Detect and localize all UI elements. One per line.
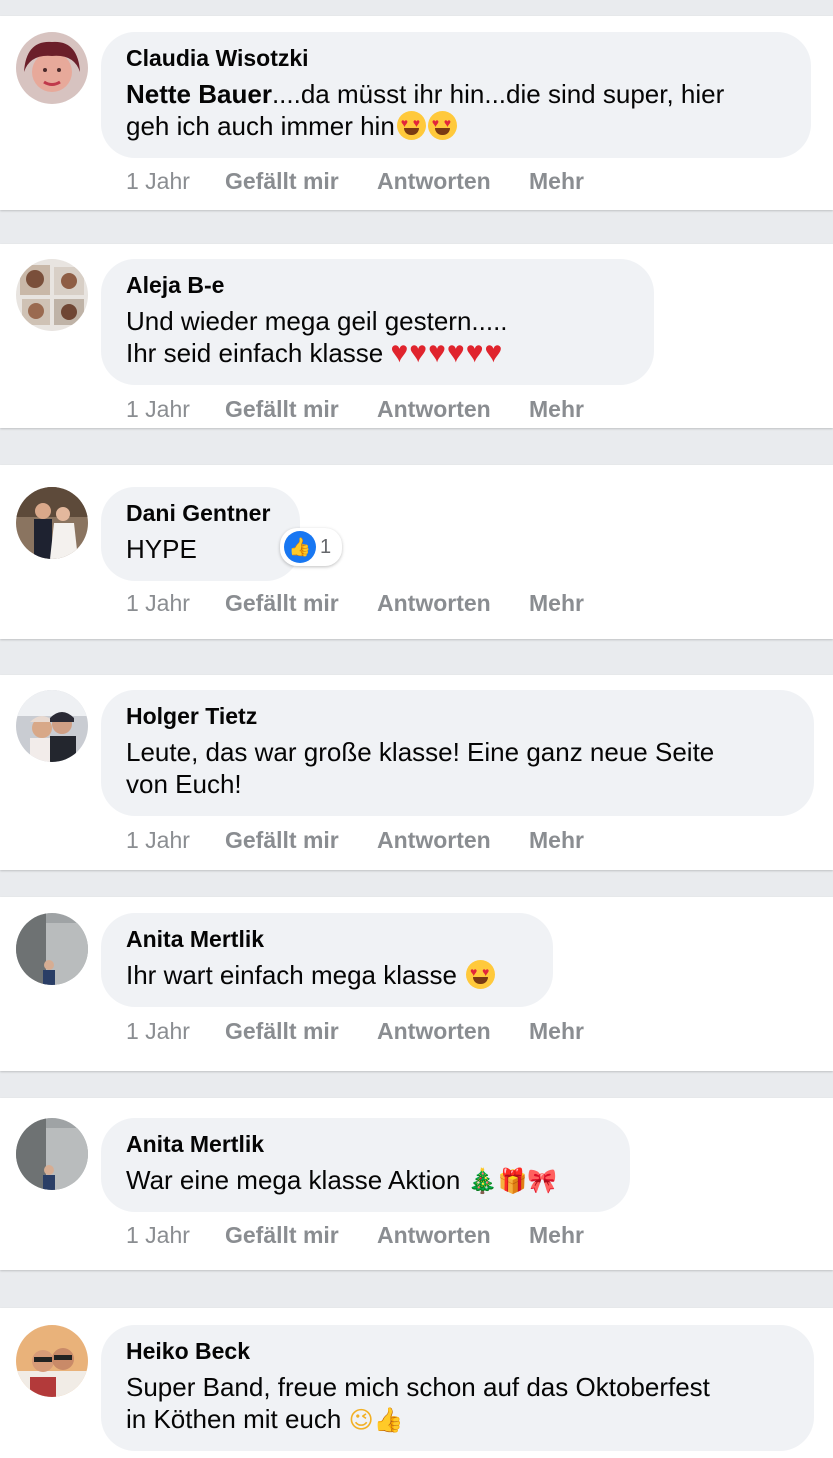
like-link[interactable]: Gefällt mir [225, 1017, 377, 1045]
avatar[interactable] [16, 913, 88, 985]
comment-text-line: Ihr seid einfach klasse [126, 338, 384, 368]
comment-bubble: Holger Tietz Leute, das war große klasse… [101, 690, 814, 816]
reply-link[interactable]: Antworten [377, 589, 529, 617]
gift-icon: 🎁 [497, 1168, 528, 1195]
like-link[interactable]: Gefällt mir [225, 395, 377, 423]
comment-author[interactable]: Holger Tietz [126, 702, 789, 730]
comment-timestamp[interactable]: 1 Jahr [126, 589, 225, 617]
reply-link[interactable]: Antworten [377, 826, 529, 854]
more-link[interactable]: Mehr [529, 826, 584, 854]
wink-emoji-icon: 😉 [348, 1407, 374, 1434]
like-link[interactable]: Gefällt mir [225, 589, 377, 617]
comment-author[interactable]: Heiko Beck [126, 1337, 789, 1365]
heart-eyes-emoji-icon: ♥ ♥ [427, 111, 457, 140]
reaction-badge[interactable]: 👍 1 [280, 528, 342, 566]
avatar[interactable] [16, 487, 88, 559]
comment-text: geh ich auch immer hin ♥ ♥ ♥ ♥ [126, 110, 786, 142]
more-link[interactable]: Mehr [529, 1017, 584, 1045]
heart-eyes-emoji-icon: ♥ ♥ [466, 960, 496, 989]
comment-text: Ihr seid einfach klasse ♥♥♥♥♥♥ [126, 337, 629, 369]
comment-card: Anita Mertlik Ihr wart einfach mega klas… [0, 897, 833, 1071]
comment-text-line: geh ich auch immer hin [126, 111, 395, 141]
comment-text: Nette Bauer....da müsst ihr hin...die si… [126, 78, 786, 110]
comment-card: Claudia Wisotzki Nette Bauer....da müsst… [0, 16, 833, 210]
comment-bubble: Dani Gentner HYPE [101, 487, 300, 581]
comment-text-line: War eine mega klasse Aktion [126, 1165, 461, 1195]
comment-card: Aleja B-e Und wieder mega geil gestern..… [0, 244, 833, 428]
comment-timestamp[interactable]: 1 Jahr [126, 167, 225, 195]
comment-actions: 1 Jahr Gefällt mir Antworten Mehr [126, 167, 584, 195]
reply-link[interactable]: Antworten [377, 167, 529, 195]
more-link[interactable]: Mehr [529, 167, 584, 195]
more-link[interactable]: Mehr [529, 395, 584, 423]
comment-text-line: ....da müsst ihr hin...die sind super, h… [271, 79, 725, 109]
comment-text-line: Und wieder mega geil gestern..... [126, 306, 508, 336]
avatar[interactable] [16, 1325, 88, 1397]
comment-text-line: in Köthen mit euch [126, 1404, 342, 1434]
comment-text: War eine mega klasse Aktion 🎄🎁🎀 [126, 1164, 605, 1198]
comment-actions: 1 Jahr Gefällt mir Antworten Mehr [126, 1221, 584, 1249]
comment-card: Holger Tietz Leute, das war große klasse… [0, 675, 833, 870]
more-link[interactable]: Mehr [529, 1221, 584, 1249]
comment-bubble: Heiko Beck Super Band, freue mich schon … [101, 1325, 814, 1451]
avatar[interactable] [16, 259, 88, 331]
comment-timestamp[interactable]: 1 Jahr [126, 826, 225, 854]
avatar[interactable] [16, 1118, 88, 1190]
comment-text-line: Super Band, freue mich schon auf das Okt… [126, 1372, 710, 1402]
like-link[interactable]: Gefällt mir [225, 167, 377, 195]
comment-card: Anita Mertlik War eine mega klasse Aktio… [0, 1098, 833, 1270]
comment-author[interactable]: Claudia Wisotzki [126, 44, 786, 72]
reaction-count: 1 [320, 536, 332, 558]
comment-actions: 1 Jahr Gefällt mir Antworten Mehr [126, 826, 584, 854]
like-link[interactable]: Gefällt mir [225, 1221, 377, 1249]
heart-emoji-icon: ♥♥♥♥♥♥ [390, 336, 504, 369]
comment-bubble: Aleja B-e Und wieder mega geil gestern..… [101, 259, 654, 385]
comment-bubble: Anita Mertlik Ihr wart einfach mega klas… [101, 913, 553, 1007]
comment-card: Heiko Beck Super Band, freue mich schon … [0, 1308, 833, 1458]
thumbs-up-emoji-icon: 👍 [373, 1407, 404, 1434]
comment-text-line: Leute, das war große klasse! Eine ganz n… [126, 737, 715, 767]
comment-text-line: HYPE [126, 534, 197, 564]
comment-author[interactable]: Anita Mertlik [126, 925, 528, 953]
comment-timestamp[interactable]: 1 Jahr [126, 1221, 225, 1249]
comment-author[interactable]: Anita Mertlik [126, 1130, 605, 1158]
comment-actions: 1 Jahr Gefällt mir Antworten Mehr [126, 1017, 584, 1045]
comment-author[interactable]: Aleja B-e [126, 271, 629, 299]
more-link[interactable]: Mehr [529, 589, 584, 617]
mention-link[interactable]: Nette Bauer [126, 79, 272, 109]
comment-text-line: Ihr wart einfach mega klasse [126, 960, 457, 990]
comment-card: Dani Gentner HYPE 1 Jahr Gefällt mir Antwo… [0, 465, 833, 639]
thumbs-up-icon: 👍 [284, 531, 316, 563]
ribbon-icon: 🎀 [527, 1168, 558, 1195]
avatar[interactable] [16, 690, 88, 762]
comment-timestamp[interactable]: 1 Jahr [126, 395, 225, 423]
comment-text: Ihr wart einfach mega klasse ♥ ♥ [126, 959, 528, 991]
comment-actions: 1 Jahr Gefällt mir Antworten Mehr [126, 589, 584, 617]
like-link[interactable]: Gefällt mir [225, 826, 377, 854]
comment-actions: 1 Jahr Gefällt mir Antworten Mehr [126, 395, 584, 423]
comment-author[interactable]: Dani Gentner [126, 499, 275, 527]
comment-text-line: von Euch! [126, 769, 242, 799]
comment-bubble: Anita Mertlik War eine mega klasse Aktio… [101, 1118, 630, 1212]
reply-link[interactable]: Antworten [377, 395, 529, 423]
comment-timestamp[interactable]: 1 Jahr [126, 1017, 225, 1045]
comment-text: in Köthen mit euch 😉👍 [126, 1403, 789, 1437]
reply-link[interactable]: Antworten [377, 1017, 529, 1045]
comment-bubble: Claudia Wisotzki Nette Bauer....da müsst… [101, 32, 811, 158]
christmas-tree-icon: 🎄 [467, 1168, 498, 1195]
heart-eyes-emoji-icon: ♥ ♥ [396, 111, 426, 140]
avatar[interactable] [16, 32, 88, 104]
reply-link[interactable]: Antworten [377, 1221, 529, 1249]
